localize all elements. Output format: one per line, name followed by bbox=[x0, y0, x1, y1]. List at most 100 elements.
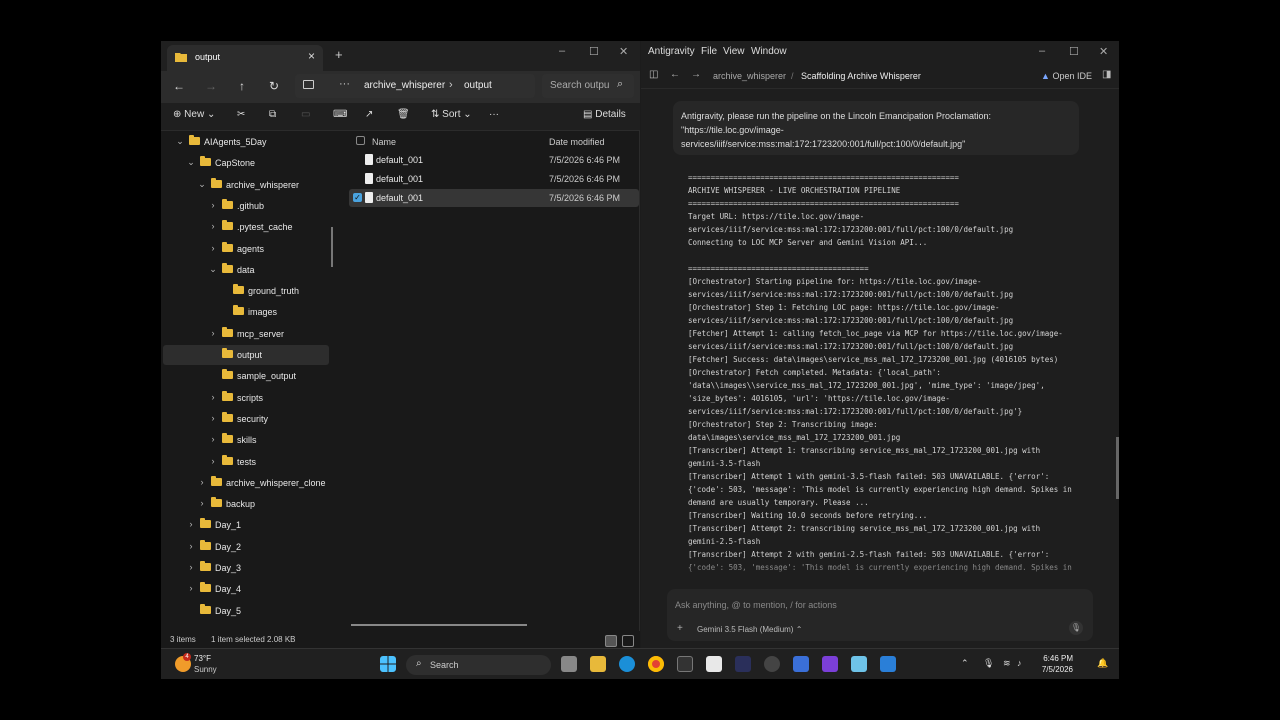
tree-item[interactable]: › skills bbox=[163, 430, 329, 450]
new-tab-icon[interactable]: + bbox=[335, 47, 343, 62]
tree-item[interactable]: ⌄ archive_whisperer bbox=[163, 175, 329, 195]
maximize-icon[interactable]: ☐ bbox=[589, 45, 599, 58]
horizontal-scrollbar[interactable] bbox=[351, 624, 527, 626]
tree-item[interactable]: images bbox=[163, 302, 329, 322]
tree-item[interactable]: ⌄ CapStone bbox=[163, 153, 329, 173]
tree-item[interactable]: › tests bbox=[163, 452, 329, 472]
weather-condition[interactable]: Sunny bbox=[194, 665, 217, 674]
tree-item[interactable]: Day_5 bbox=[163, 601, 329, 621]
chevron-right-icon[interactable]: › bbox=[186, 541, 196, 551]
chevron-right-icon[interactable]: › bbox=[208, 413, 218, 423]
app-icon[interactable] bbox=[735, 656, 751, 672]
weather-temperature[interactable]: 73°F bbox=[194, 654, 211, 663]
tree-item[interactable]: › security bbox=[163, 409, 329, 429]
volume-icon[interactable]: ♪ bbox=[1017, 658, 1022, 668]
menu-view[interactable]: View bbox=[723, 46, 745, 57]
antigravity-taskbar-icon[interactable] bbox=[706, 656, 722, 672]
chevron-right-icon[interactable]: › bbox=[208, 221, 218, 231]
address-bar[interactable]: ··· archive_whisperer › output bbox=[295, 74, 535, 98]
forward-icon[interactable]: → bbox=[691, 69, 701, 80]
chevron-right-icon[interactable]: › bbox=[208, 328, 218, 338]
file-row[interactable]: default_001 7/5/2026 6:46 PM bbox=[349, 151, 639, 169]
ag-minimize-icon[interactable]: – bbox=[1039, 45, 1045, 57]
app-icon[interactable] bbox=[822, 656, 838, 672]
tree-item[interactable]: › mcp_server bbox=[163, 324, 329, 344]
tree-item[interactable]: ground_truth bbox=[163, 281, 329, 301]
back-icon[interactable]: ← bbox=[670, 69, 680, 80]
windows-start-icon[interactable] bbox=[380, 656, 396, 672]
menu-file[interactable]: File bbox=[701, 46, 717, 57]
chevron-right-icon[interactable]: › bbox=[186, 583, 196, 593]
more-options-icon[interactable]: ··· bbox=[489, 109, 499, 120]
tree-item[interactable]: output bbox=[163, 345, 329, 365]
chevron-right-icon[interactable]: › bbox=[208, 243, 218, 253]
tree-item[interactable]: ⌄ data bbox=[163, 260, 329, 280]
chevron-right-icon[interactable]: › bbox=[208, 392, 218, 402]
minimize-icon[interactable]: – bbox=[559, 45, 565, 57]
checkbox-checked-icon[interactable]: ✓ bbox=[353, 193, 362, 202]
app-icon[interactable] bbox=[880, 656, 896, 672]
refresh-icon[interactable]: ↻ bbox=[266, 79, 282, 93]
panel-toggle-icon[interactable]: ◨ bbox=[1102, 69, 1111, 80]
rename-icon[interactable]: ⌨ bbox=[333, 109, 347, 120]
cut-icon[interactable]: ✂ bbox=[237, 109, 245, 120]
chevron-right-icon[interactable]: › bbox=[186, 562, 196, 572]
details-view-icon[interactable] bbox=[605, 635, 617, 647]
chevron-right-icon[interactable]: › bbox=[197, 498, 207, 508]
tree-item[interactable]: › scripts bbox=[163, 388, 329, 408]
notifications-icon[interactable]: 🔔 bbox=[1097, 658, 1108, 669]
clock-date[interactable]: 7/5/2026 bbox=[1033, 665, 1073, 674]
wifi-icon[interactable]: ≋ bbox=[1003, 658, 1011, 669]
close-window-icon[interactable]: ✕ bbox=[619, 45, 628, 58]
microphone-icon[interactable]: 🎙 bbox=[1069, 621, 1083, 635]
delete-icon[interactable]: 🗑 bbox=[397, 109, 410, 120]
tiles-view-icon[interactable] bbox=[622, 635, 634, 647]
column-header-name[interactable]: Name bbox=[372, 137, 396, 147]
chevron-right-icon[interactable]: › bbox=[197, 477, 207, 487]
up-arrow-icon[interactable]: ↑ bbox=[234, 79, 250, 93]
breadcrumb-output[interactable]: output bbox=[464, 80, 492, 91]
tree-item[interactable]: › Day_1 bbox=[163, 515, 329, 535]
project-breadcrumb[interactable]: archive_whisperer bbox=[713, 71, 786, 81]
breadcrumb-archive-whisperer[interactable]: archive_whisperer bbox=[364, 80, 445, 91]
tree-item[interactable]: › Day_4 bbox=[163, 579, 329, 599]
app-icon[interactable] bbox=[793, 656, 809, 672]
chevron-down-icon[interactable]: ⌄ bbox=[175, 136, 185, 147]
file-row[interactable]: default_001 7/5/2026 6:46 PM bbox=[349, 170, 639, 188]
show-hidden-icons[interactable]: ⌃ bbox=[961, 658, 969, 669]
open-ide-button[interactable]: ▲ Open IDE bbox=[1041, 71, 1092, 81]
details-button[interactable]: ▤ Details bbox=[583, 109, 626, 120]
tree-scrollbar[interactable] bbox=[331, 227, 333, 267]
file-row[interactable]: ✓ default_001 7/5/2026 6:46 PM bbox=[349, 189, 639, 207]
chevron-right-icon[interactable]: › bbox=[208, 434, 218, 444]
chevron-right-icon[interactable]: › bbox=[186, 519, 196, 529]
tree-item[interactable]: › archive_whisperer_clone bbox=[163, 473, 329, 493]
tree-item[interactable]: › backup bbox=[163, 494, 329, 514]
tree-item[interactable]: sample_output bbox=[163, 366, 329, 386]
tree-item[interactable]: › .github bbox=[163, 196, 329, 216]
conversation-scrollbar[interactable] bbox=[1116, 437, 1119, 499]
microphone-tray-icon[interactable]: 🎙 bbox=[983, 658, 994, 669]
back-arrow-icon[interactable]: ← bbox=[171, 79, 187, 93]
ag-maximize-icon[interactable]: ☐ bbox=[1069, 45, 1079, 58]
close-tab-icon[interactable]: × bbox=[308, 49, 315, 63]
tree-item[interactable]: › Day_3 bbox=[163, 558, 329, 578]
copy-icon[interactable]: ⧉ bbox=[269, 109, 276, 120]
sort-button[interactable]: ⇅ Sort ⌄ bbox=[431, 109, 472, 120]
app-icon[interactable] bbox=[764, 656, 780, 672]
taskbar-search[interactable]: ⌕ Search bbox=[406, 655, 551, 675]
menu-window[interactable]: Window bbox=[751, 46, 787, 57]
tab-output[interactable]: output × bbox=[167, 45, 323, 71]
ag-close-icon[interactable]: ✕ bbox=[1099, 45, 1108, 58]
chevron-down-icon[interactable]: ⌄ bbox=[197, 179, 207, 190]
chrome-browser-icon[interactable] bbox=[648, 656, 664, 672]
model-selector[interactable]: Gemini 3.5 Flash (Medium) ⌃ bbox=[697, 625, 802, 634]
tree-item[interactable]: › Day_2 bbox=[163, 537, 329, 557]
chevron-down-icon[interactable]: ⌄ bbox=[186, 157, 196, 168]
edge-browser-icon[interactable] bbox=[619, 656, 635, 672]
task-view-icon[interactable] bbox=[561, 656, 577, 672]
notepad-icon[interactable] bbox=[851, 656, 867, 672]
forward-arrow-icon[interactable]: → bbox=[203, 79, 219, 93]
column-header-date-modified[interactable]: Date modified bbox=[549, 137, 605, 147]
chevron-right-icon[interactable]: › bbox=[208, 200, 218, 210]
